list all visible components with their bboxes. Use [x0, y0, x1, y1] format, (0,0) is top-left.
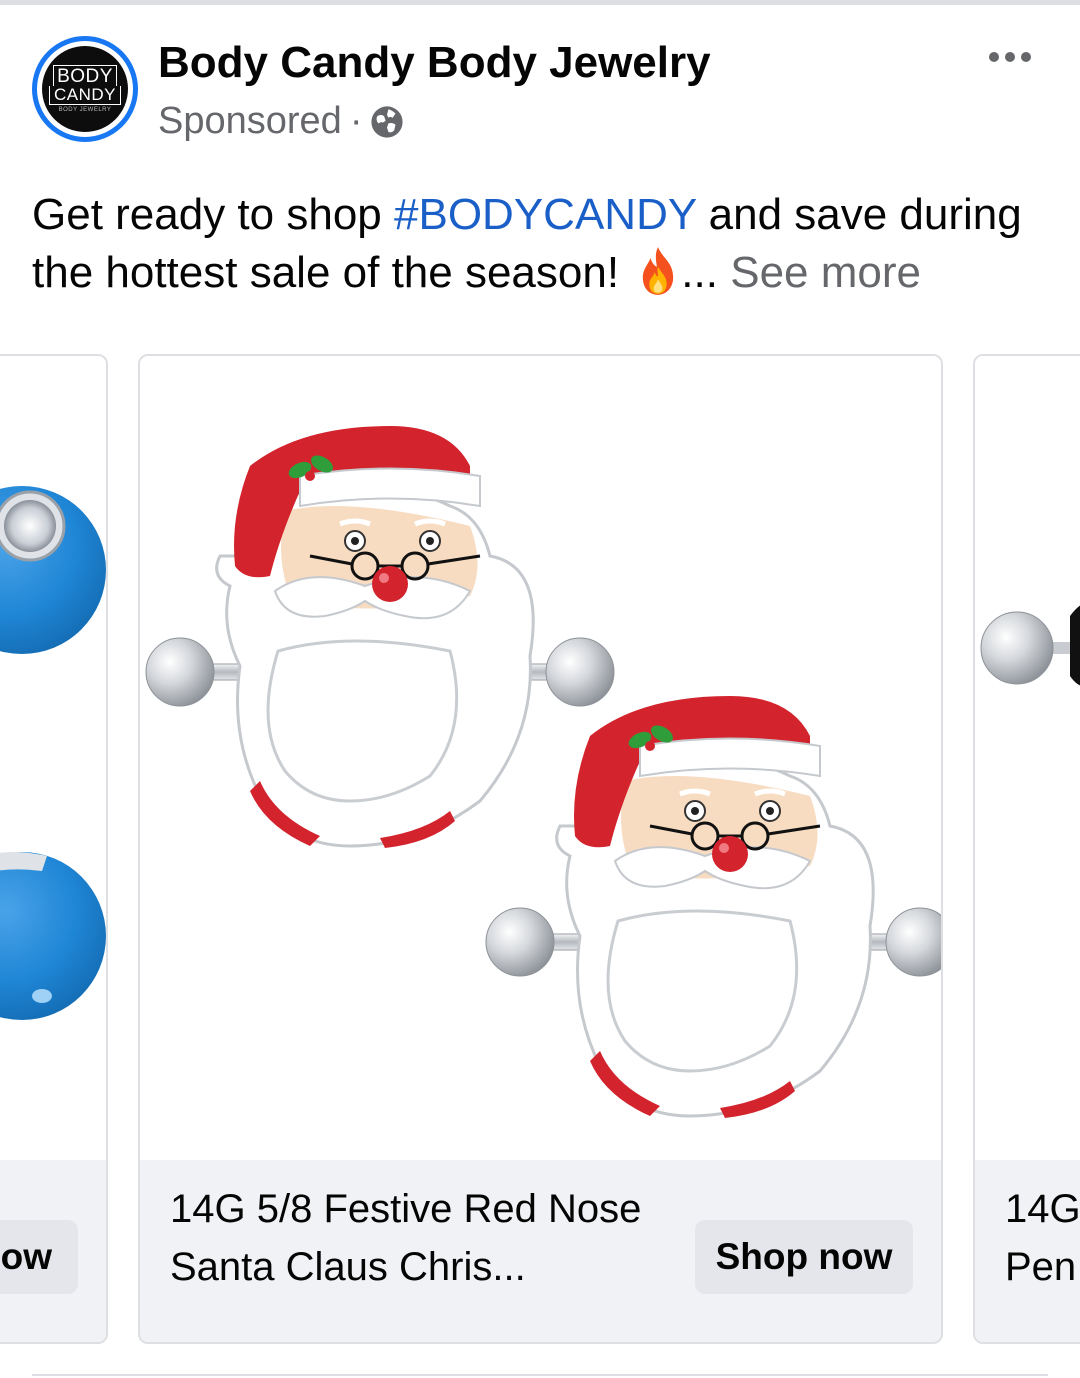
- shop-now-button[interactable]: Shop now: [0, 1220, 78, 1294]
- post-text: Get ready to shop #BODYCANDY and save du…: [32, 186, 1042, 302]
- product-image-santa[interactable]: [140, 356, 941, 1160]
- post-text-before: Get ready to shop: [32, 190, 394, 239]
- globe-icon[interactable]: [370, 105, 404, 139]
- logo-text-jewelry: BODY JEWELRY: [58, 107, 112, 113]
- shop-now-button[interactable]: Shop now: [695, 1220, 913, 1294]
- sponsored-label[interactable]: Sponsored: [158, 100, 342, 143]
- page-avatar[interactable]: BODY CANDY BODY JEWELRY: [32, 36, 138, 142]
- carousel-card-next[interactable]: 14G Pen: [973, 354, 1080, 1344]
- bottom-divider: [32, 1374, 1048, 1376]
- carousel-card-previous[interactable]: Shop now: [0, 354, 108, 1344]
- card-footer: Shop now: [0, 1160, 106, 1342]
- ellipsis: ...: [681, 248, 718, 297]
- card-footer: 14G Pen: [975, 1160, 1080, 1342]
- top-divider: [0, 0, 1080, 5]
- product-title[interactable]: 14G Pen: [1005, 1180, 1080, 1296]
- carousel-card-santa[interactable]: 14G 5/8 Festive Red Nose Santa Claus Chr…: [138, 354, 943, 1344]
- logo-text-candy: CANDY: [48, 86, 121, 105]
- more-options-icon[interactable]: [980, 40, 1040, 74]
- hashtag-link[interactable]: #BODYCANDY: [394, 190, 696, 239]
- post-meta: Sponsored ·: [158, 100, 404, 143]
- fire-emoji-icon: [643, 247, 674, 295]
- see-more-link[interactable]: See more: [730, 248, 921, 297]
- page-name-link[interactable]: Body Candy Body Jewelry: [158, 38, 711, 88]
- product-image-blue-gem[interactable]: [0, 356, 106, 1160]
- card-footer: 14G 5/8 Festive Red Nose Santa Claus Chr…: [140, 1160, 941, 1342]
- product-image-black-barbell[interactable]: [975, 356, 1080, 1160]
- meta-separator: ·: [349, 100, 363, 142]
- page-logo: BODY CANDY BODY JEWELRY: [42, 46, 128, 132]
- product-title[interactable]: 14G 5/8 Festive Red Nose Santa Claus Chr…: [170, 1180, 670, 1296]
- logo-text-body: BODY: [53, 65, 117, 86]
